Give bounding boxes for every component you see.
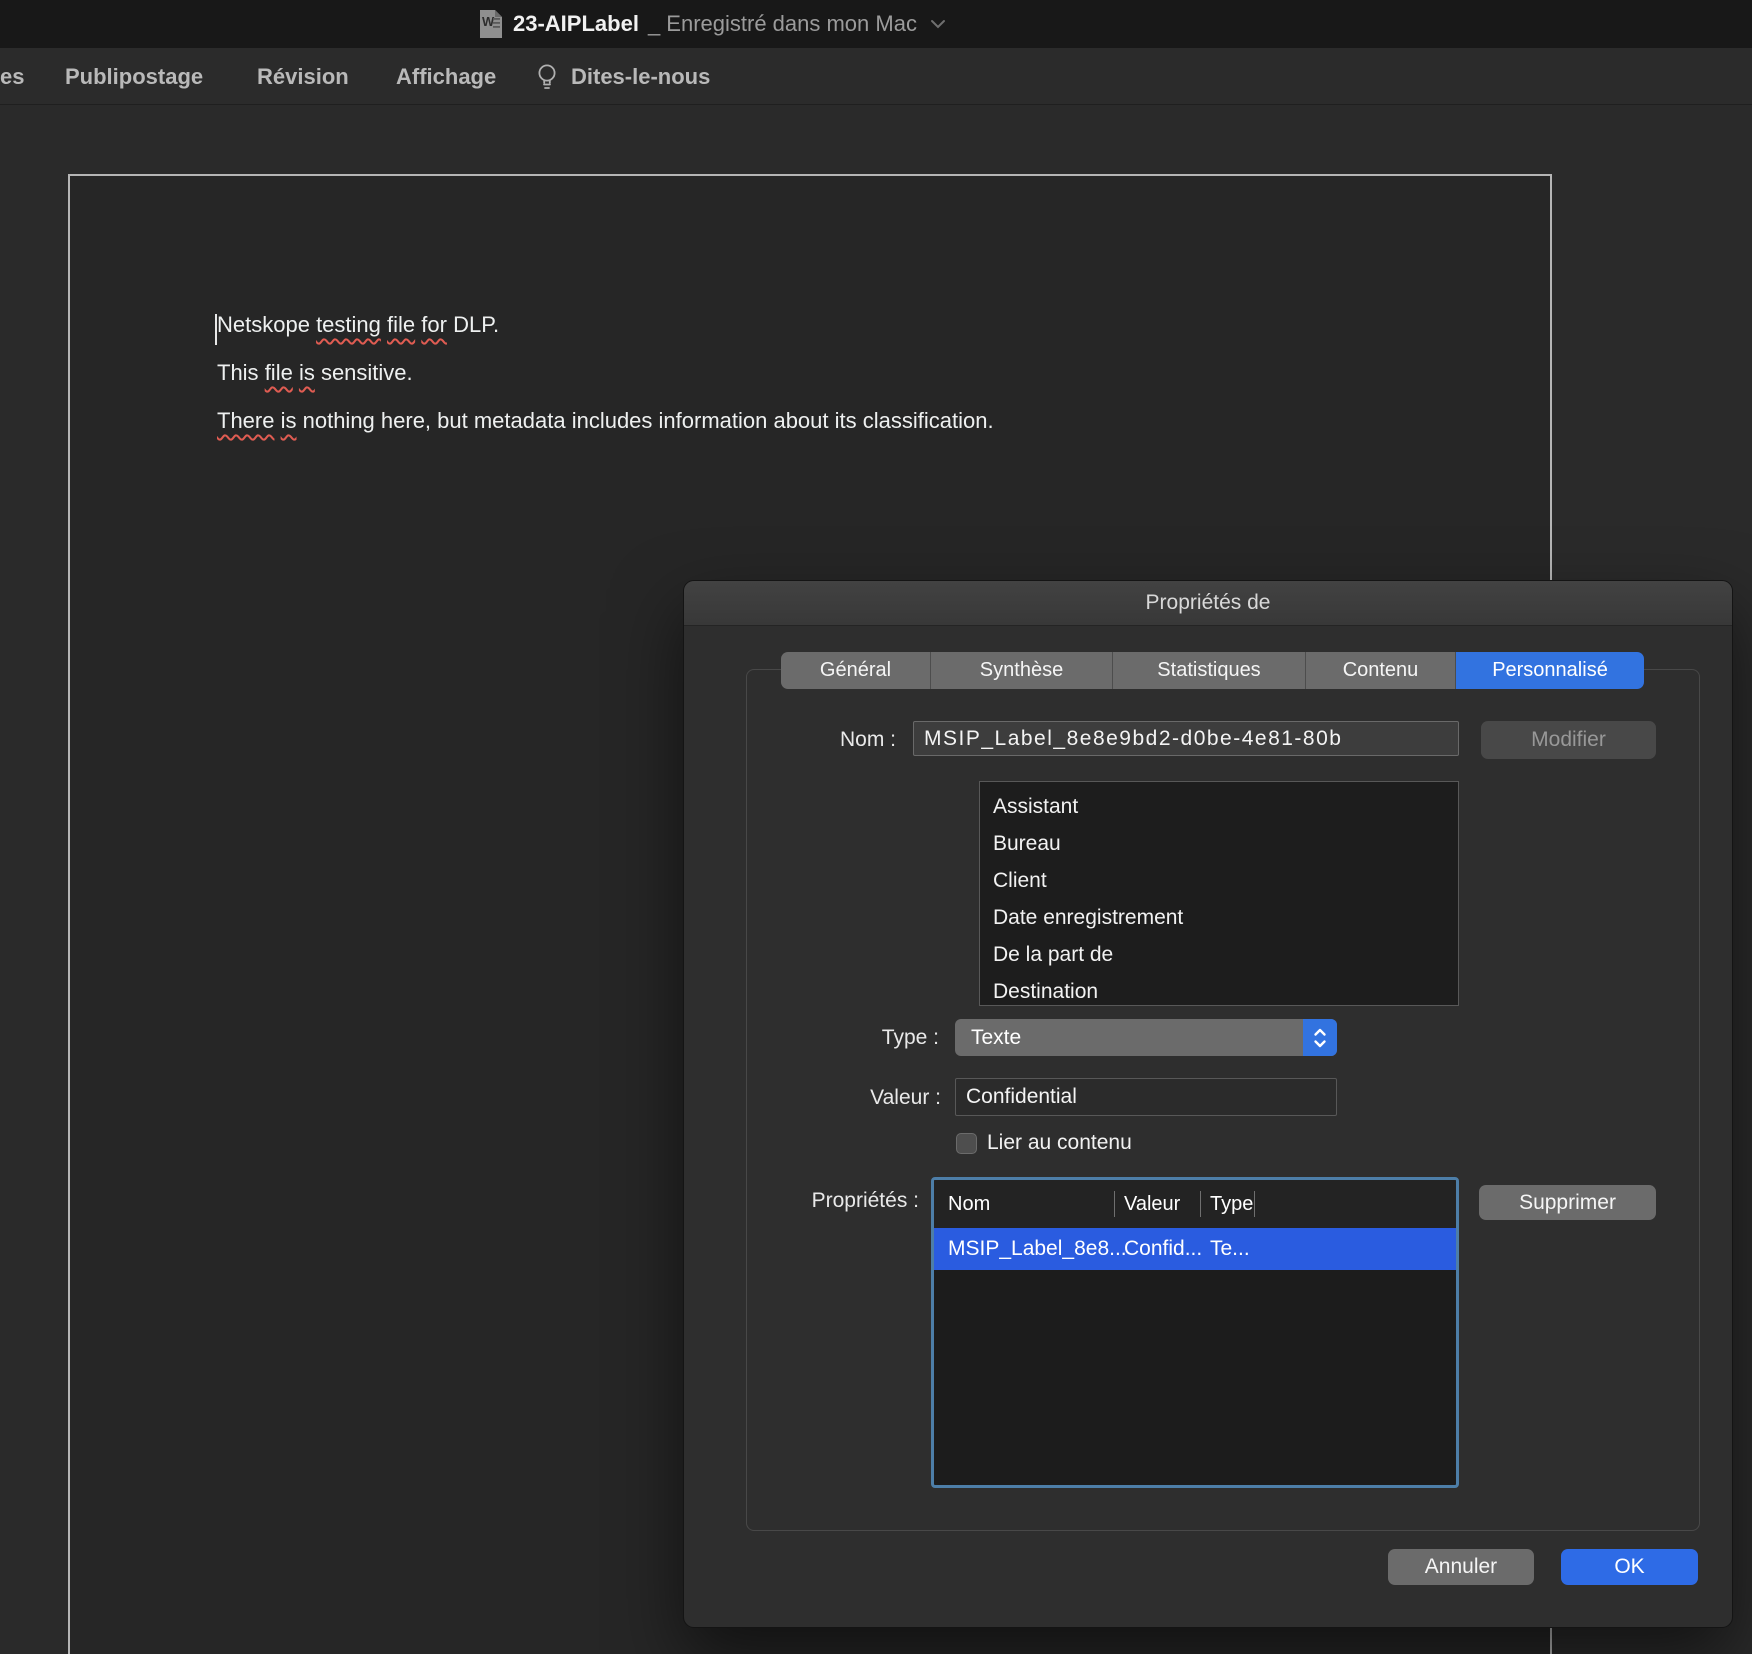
document-title: 23-AIPLabel — [513, 11, 639, 37]
document-title-suffix: _ Enregistré dans mon Mac — [648, 11, 917, 37]
property-name-option[interactable]: De la part de — [980, 936, 1458, 973]
document-paragraph[interactable]: This file is sensitive. — [217, 360, 1467, 390]
header-separator — [1254, 1191, 1255, 1217]
type-dropdown[interactable]: Texte — [955, 1019, 1337, 1056]
spellcheck-flagged-word: file — [265, 360, 293, 385]
properties-table-header: Nom Valeur Type — [934, 1180, 1456, 1228]
ribbon-tab-publipostage[interactable]: Publipostage — [65, 48, 203, 105]
property-name-option[interactable]: Client — [980, 862, 1458, 899]
annuler-button[interactable]: Annuler — [1388, 1549, 1534, 1585]
spellcheck-flagged-word: is — [281, 408, 297, 433]
header-valeur[interactable]: Valeur — [1124, 1180, 1180, 1228]
application-window: W 23-AIPLabel _ Enregistré dans mon Mac … — [0, 0, 1752, 1654]
supprimer-button[interactable]: Supprimer — [1479, 1185, 1656, 1220]
spellcheck-flagged-word: is — [299, 360, 315, 385]
lier-au-contenu-label: Lier au contenu — [987, 1131, 1132, 1155]
property-name-option[interactable]: Assistant — [980, 788, 1458, 825]
ribbon-tab-revision[interactable]: Révision — [257, 48, 349, 105]
text-segment: Netskope — [217, 312, 316, 337]
text-segment: sensitive. — [315, 360, 413, 385]
lightbulb-icon — [535, 62, 559, 92]
title-chevron-down-icon[interactable] — [930, 19, 946, 29]
type-label: Type : — [882, 1026, 939, 1050]
spellcheck-flagged-word: file — [387, 312, 415, 337]
tab-statistiques[interactable]: Statistiques — [1113, 652, 1306, 689]
nom-input[interactable] — [913, 721, 1459, 756]
header-separator — [1114, 1191, 1115, 1217]
text-segment: This — [217, 360, 265, 385]
cell-type: Te... — [1210, 1228, 1250, 1270]
properties-table[interactable]: Nom Valeur Type MSIP_Label_8e8... Confid… — [931, 1177, 1459, 1488]
tab-contenu[interactable]: Contenu — [1306, 652, 1456, 689]
dialog-titlebar[interactable]: Propriétés de — [684, 581, 1732, 626]
spellcheck-flagged-word: for — [421, 312, 447, 337]
lier-au-contenu-checkbox[interactable] — [956, 1133, 977, 1154]
document-paragraph[interactable]: Netskope testing file for DLP. — [217, 312, 1467, 342]
modifier-button[interactable]: Modifier — [1481, 721, 1656, 759]
dropdown-stepper-icon[interactable] — [1303, 1019, 1337, 1056]
spellcheck-flagged-word: There — [217, 408, 274, 433]
property-name-list[interactable]: Assistant Bureau Client Date enregistrem… — [979, 781, 1459, 1006]
ribbon-tab-tell-me[interactable]: Dites-le-nous — [571, 48, 710, 105]
ribbon-tab-affichage[interactable]: Affichage — [396, 48, 496, 105]
tab-general[interactable]: Général — [781, 652, 931, 689]
text-segment: DLP. — [447, 312, 499, 337]
header-type[interactable]: Type — [1210, 1180, 1253, 1228]
document-paragraph[interactable]: There is nothing here, but metadata incl… — [217, 408, 1467, 438]
property-name-option[interactable]: Bureau — [980, 825, 1458, 862]
header-nom[interactable]: Nom — [948, 1180, 990, 1228]
type-dropdown-value: Texte — [971, 1019, 1021, 1056]
tab-synthese[interactable]: Synthèse — [931, 652, 1113, 689]
tab-personnalise[interactable]: Personnalisé — [1456, 652, 1644, 689]
document-text: Netskope testing file for DLP. This file … — [217, 312, 1467, 456]
properties-dialog: Propriétés de Général Synthèse Statistiq… — [683, 580, 1733, 1628]
valeur-label: Valeur : — [870, 1086, 941, 1110]
cell-valeur: Confid... — [1124, 1228, 1202, 1270]
nom-label: Nom : — [840, 728, 896, 752]
dialog-title: Propriétés de — [1146, 591, 1271, 615]
word-document-icon: W — [478, 9, 504, 39]
property-name-option[interactable]: Date enregistrement — [980, 899, 1458, 936]
proprietes-label: Propriétés : — [812, 1189, 919, 1213]
dialog-tab-bar: Général Synthèse Statistiques Contenu Pe… — [781, 652, 1644, 689]
property-name-option[interactable]: Destination — [980, 973, 1458, 1006]
ribbon-tab-partial[interactable]: es — [0, 48, 24, 105]
cell-nom: MSIP_Label_8e8... — [948, 1228, 1127, 1270]
valeur-input[interactable] — [955, 1078, 1337, 1116]
table-row-selected[interactable]: MSIP_Label_8e8... Confid... Te... — [934, 1228, 1456, 1270]
text-segment: nothing here, but metadata includes info… — [297, 408, 994, 433]
window-titlebar: W 23-AIPLabel _ Enregistré dans mon Mac — [0, 0, 1752, 48]
spellcheck-flagged-word: testing — [316, 312, 381, 337]
ok-button[interactable]: OK — [1561, 1549, 1698, 1585]
window-title-group: W 23-AIPLabel _ Enregistré dans mon Mac — [478, 0, 946, 48]
header-separator — [1200, 1191, 1201, 1217]
ribbon-tab-bar: es Publipostage Révision Affichage Dites… — [0, 48, 1752, 105]
